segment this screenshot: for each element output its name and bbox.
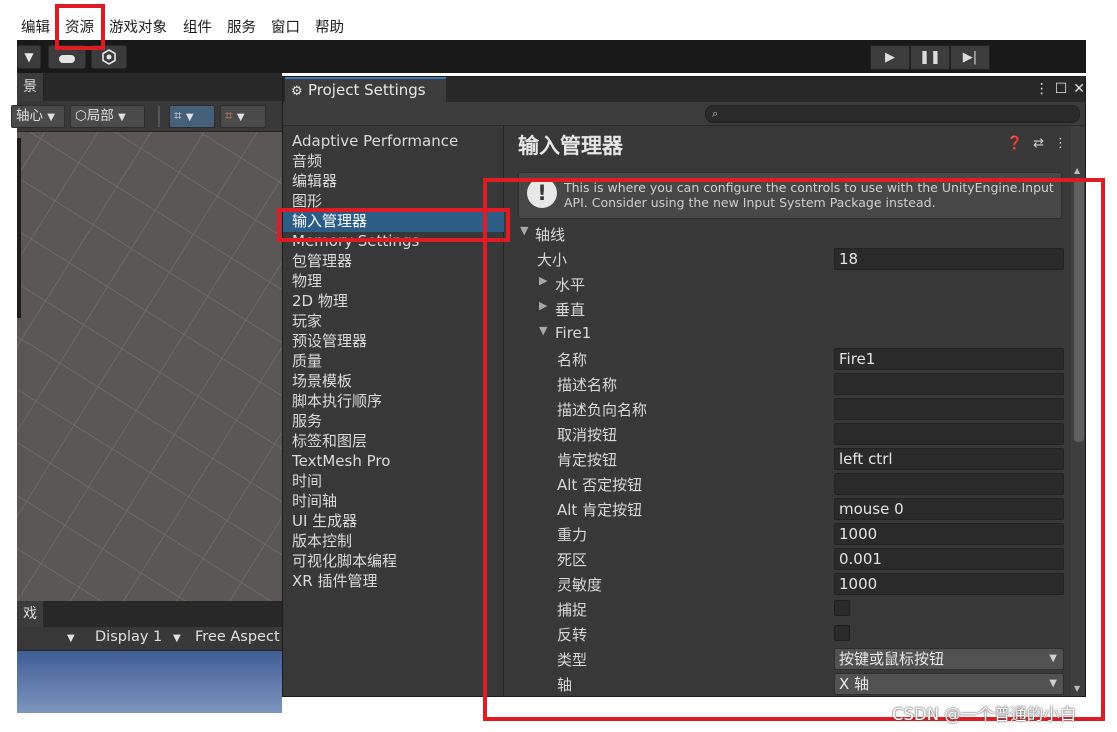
collab-icon <box>102 49 116 65</box>
caret-down-icon: ▼ <box>236 112 245 123</box>
scene-viewport[interactable] <box>17 132 282 601</box>
display-dropdown[interactable]: Display 1 <box>95 629 162 645</box>
nav-item[interactable]: 物理 <box>283 272 504 292</box>
menu-bar: 编辑 资源 游戏对象 组件 服务 窗口 帮助 <box>0 0 1117 40</box>
preset-icon[interactable]: ⇄ <box>1033 136 1044 151</box>
close-icon[interactable]: ✕ <box>1073 81 1085 97</box>
pause-button[interactable]: ❚❚ <box>910 45 950 70</box>
gear-icon: ⚙ <box>291 84 303 99</box>
pivot-label: 轴心 <box>16 108 43 124</box>
search-icon: ⌕ <box>712 107 719 120</box>
local-dropdown[interactable]: ⬡局部 ▼ <box>70 105 145 128</box>
nav-item[interactable]: 标签和图层 <box>283 432 504 452</box>
cloud-icon <box>59 54 75 63</box>
menu-component[interactable]: 组件 <box>183 16 212 37</box>
caret-down-icon[interactable]: ▼ <box>67 633 75 644</box>
nav-item[interactable]: XR 插件管理 <box>283 572 504 592</box>
highlight-box-assets-menu <box>55 4 105 50</box>
grid-snap-button[interactable]: ⌗ ▼ <box>169 105 215 128</box>
highlight-box-input-manager <box>277 208 510 242</box>
menu-gameobject[interactable]: 游戏对象 <box>109 16 167 37</box>
caret-down-icon: ▼ <box>24 50 34 64</box>
caret-down-icon: ▼ <box>185 112 194 123</box>
more-options-icon[interactable]: ⋮ <box>1054 136 1067 151</box>
account-dropdown[interactable]: ▼ <box>17 45 41 69</box>
watermark: CSDN @一个普通的小白 <box>892 705 1077 724</box>
scene-toolbar: 轴心 ▼ ⬡局部 ▼ ⌗ ▼ ⌗ ▼ <box>11 101 282 132</box>
nav-item[interactable]: 服务 <box>283 412 504 432</box>
tab-scene[interactable]: 景 <box>17 73 44 101</box>
nav-item[interactable]: UI 生成器 <box>283 512 504 532</box>
highlight-box-settings-panel <box>483 178 1105 721</box>
nav-item[interactable]: 质量 <box>283 352 504 372</box>
scene-tab-bar: 景 <box>17 73 282 101</box>
menu-help[interactable]: 帮助 <box>315 16 344 37</box>
nav-item[interactable]: Adaptive Performance <box>283 132 504 152</box>
tab-game[interactable]: 戏 <box>17 601 43 627</box>
window-title: Project Settings <box>308 81 426 99</box>
caret-down-icon: ▼ <box>47 112 55 123</box>
grid-snap-icon: ⌗ <box>174 108 182 124</box>
cube-icon: ⬡ <box>75 108 87 124</box>
nav-item[interactable]: 2D 物理 <box>283 292 504 312</box>
search-row: ⌕ <box>283 102 1085 126</box>
nav-item[interactable]: 可视化脚本编程 <box>283 552 504 572</box>
project-settings-tab-bar: ⚙ Project Settings ⋮ ☐ ✕ <box>283 77 1085 102</box>
menu-services[interactable]: 服务 <box>227 16 256 37</box>
title-actions: ❓ ⇄ ⋮ <box>1007 136 1067 151</box>
toolbar-divider <box>158 106 160 127</box>
more-options-icon[interactable]: ⋮ <box>1035 81 1049 97</box>
pause-icon: ❚❚ <box>919 50 941 65</box>
nav-item[interactable]: 预设管理器 <box>283 332 504 352</box>
step-icon: ▶| <box>962 50 978 65</box>
pivot-dropdown[interactable]: 轴心 ▼ <box>11 105 65 128</box>
main-toolbar: ▼ ▶ ❚❚ ▶| <box>17 40 1086 73</box>
page-title: 输入管理器 <box>518 134 623 158</box>
nav-item[interactable]: 音频 <box>283 152 504 172</box>
menu-edit[interactable]: 编辑 <box>21 16 50 37</box>
maximize-icon[interactable]: ☐ <box>1055 81 1068 97</box>
tab-project-settings[interactable]: ⚙ Project Settings <box>285 77 446 102</box>
local-label: 局部 <box>86 108 114 124</box>
nav-item[interactable]: 场景模板 <box>283 372 504 392</box>
nav-item[interactable]: 时间 <box>283 472 504 492</box>
nav-item[interactable]: 脚本执行顺序 <box>283 392 504 412</box>
game-viewport[interactable] <box>17 651 282 713</box>
nav-item[interactable]: 编辑器 <box>283 172 504 192</box>
game-tab-bar: 戏 <box>17 601 282 627</box>
help-icon[interactable]: ❓ <box>1007 136 1023 151</box>
game-toolbar: ▼ Display 1 ▼ Free Aspect <box>17 627 282 651</box>
settings-search-input[interactable]: ⌕ <box>705 105 1080 123</box>
aspect-dropdown[interactable]: Free Aspect <box>195 629 280 645</box>
scroll-up-icon[interactable]: ▲ <box>1074 166 1080 175</box>
nav-item[interactable]: 版本控制 <box>283 532 504 552</box>
nav-item[interactable]: TextMesh Pro <box>283 452 504 472</box>
play-icon: ▶ <box>885 50 895 65</box>
play-button[interactable]: ▶ <box>870 45 910 70</box>
menu-window[interactable]: 窗口 <box>271 16 300 37</box>
step-button[interactable]: ▶| <box>950 45 990 70</box>
caret-down-icon[interactable]: ▼ <box>173 633 181 644</box>
increment-snap-button[interactable]: ⌗ ▼ <box>220 105 266 128</box>
nav-item[interactable]: 玩家 <box>283 312 504 332</box>
window-controls: ⋮ ☐ ✕ <box>1035 79 1085 99</box>
nav-item[interactable]: 时间轴 <box>283 492 504 512</box>
caret-down-icon: ▼ <box>118 112 126 123</box>
nav-item[interactable]: 包管理器 <box>283 252 504 272</box>
scene-overlay-dock <box>17 138 21 318</box>
play-controls: ▶ ❚❚ ▶| <box>870 45 990 70</box>
snap-increment-icon: ⌗ <box>225 108 233 124</box>
